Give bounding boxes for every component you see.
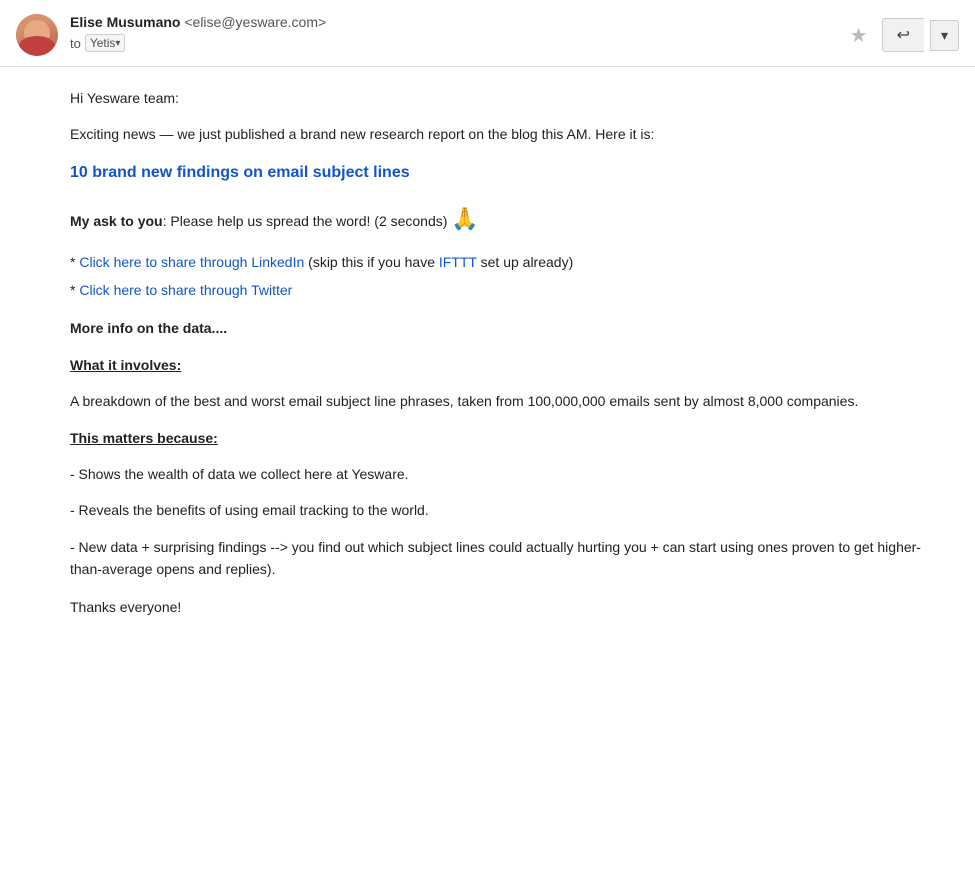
what-title: What it involves: <box>70 354 951 376</box>
sender-info: Elise Musumano <elise@yesware.com> to Ye… <box>70 14 842 52</box>
linkedin-after: (skip this if you have <box>304 254 439 270</box>
star-button[interactable]: ★ <box>842 19 876 52</box>
bullet-linkedin: * <box>70 254 79 270</box>
intro-text: Exciting news — we just published a bran… <box>70 123 951 145</box>
reply-button[interactable]: ↩ <box>882 18 924 52</box>
ask-bold-label: My ask to you <box>70 213 163 229</box>
ifttt-link[interactable]: IFTTT <box>439 254 477 270</box>
why-body-3: - New data + surprising findings --> you… <box>70 536 951 581</box>
sender-email: <elise@yesware.com> <box>184 14 326 30</box>
email-container: Elise Musumano <elise@yesware.com> to Ye… <box>0 0 975 873</box>
pray-emoji: 🙏 <box>451 206 478 231</box>
more-info-heading: More info on the data.... <box>70 317 951 339</box>
why-body-1: - Shows the wealth of data we collect he… <box>70 463 951 485</box>
header-actions: ★ ↩ ▾ <box>842 14 959 52</box>
why-body-2: - Reveals the benefits of using email tr… <box>70 499 951 521</box>
thanks: Thanks everyone! <box>70 596 951 618</box>
why-title: This matters because: <box>70 427 951 449</box>
why-body: - Shows the wealth of data we collect he… <box>70 463 951 581</box>
email-body: Hi Yesware team: Exciting news — we just… <box>0 67 975 663</box>
research-link[interactable]: 10 brand new findings on email subject l… <box>70 160 951 186</box>
linkedin-share-line: * Click here to share through LinkedIn (… <box>70 251 951 273</box>
twitter-share-line: * Click here to share through Twitter <box>70 279 951 301</box>
what-body: A breakdown of the best and worst email … <box>70 390 951 412</box>
twitter-link[interactable]: Click here to share through Twitter <box>79 282 292 298</box>
chevron-down-icon: ▾ <box>115 38 120 49</box>
share-links: * Click here to share through LinkedIn (… <box>70 251 951 302</box>
recipient-line: to Yetis ▾ <box>70 34 842 52</box>
linkedin-end: set up already) <box>477 254 574 270</box>
sender-name: Elise Musumano <box>70 14 180 30</box>
more-options-button[interactable]: ▾ <box>930 20 959 51</box>
recipient-dropdown[interactable]: Yetis ▾ <box>85 34 126 52</box>
ask-text: : Please help us spread the word! (2 sec… <box>163 213 448 229</box>
ask-line: My ask to you: Please help us spread the… <box>70 201 951 236</box>
greeting: Hi Yesware team: <box>70 87 951 109</box>
email-header: Elise Musumano <elise@yesware.com> to Ye… <box>0 0 975 67</box>
recipient-name: Yetis <box>90 36 116 50</box>
avatar <box>16 14 58 56</box>
recipient-prefix: to <box>70 36 81 51</box>
linkedin-link[interactable]: Click here to share through LinkedIn <box>79 254 304 270</box>
bullet-twitter: * <box>70 282 79 298</box>
